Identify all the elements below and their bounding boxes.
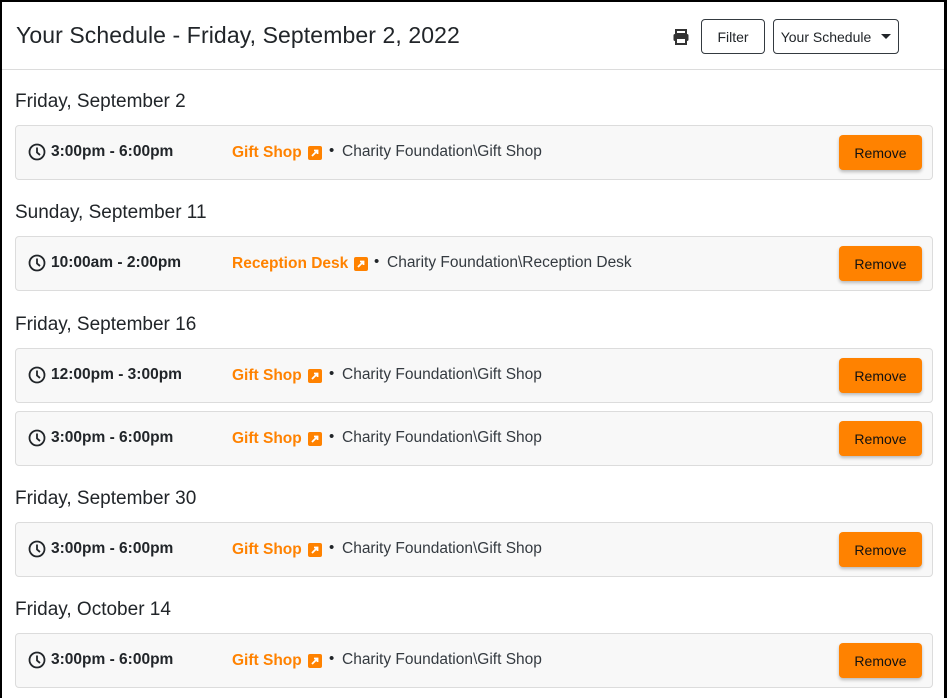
remove-shift-button[interactable]: Remove bbox=[839, 532, 922, 567]
location-name: Gift Shop bbox=[232, 144, 302, 161]
filter-button[interactable]: Filter bbox=[701, 19, 765, 54]
external-link-icon bbox=[307, 654, 322, 668]
clock-icon bbox=[28, 254, 46, 272]
separator: • bbox=[374, 253, 380, 270]
shift-time: 3:00pm - 6:00pm bbox=[51, 143, 174, 160]
location-link[interactable]: Reception Desk bbox=[232, 255, 369, 273]
day-heading: Friday, September 16 bbox=[15, 314, 197, 335]
shift-card: 3:00pm - 6:00pm Gift Shop • Charity Foun… bbox=[15, 522, 933, 577]
location-name: Gift Shop bbox=[232, 430, 302, 447]
clock-icon bbox=[28, 143, 46, 161]
shift-card: 10:00am - 2:00pm Reception Desk • Charit… bbox=[15, 236, 933, 291]
location-name: Gift Shop bbox=[232, 652, 302, 669]
remove-shift-button[interactable]: Remove bbox=[839, 643, 922, 678]
separator: • bbox=[329, 650, 335, 667]
remove-shift-button[interactable]: Remove bbox=[839, 358, 922, 393]
schedule-view-selected: Your Schedule bbox=[780, 28, 872, 45]
shift-card: 3:00pm - 6:00pm Gift Shop • Charity Foun… bbox=[15, 125, 933, 180]
shift-card: 12:00pm - 3:00pm Gift Shop • Charity Fou… bbox=[15, 348, 933, 403]
external-link-icon bbox=[354, 257, 369, 271]
clock-icon bbox=[28, 429, 46, 447]
location-name: Gift Shop bbox=[232, 541, 302, 558]
location-path: Charity Foundation\Gift Shop bbox=[342, 366, 542, 383]
location-path: Charity Foundation\Gift Shop bbox=[342, 540, 542, 557]
remove-shift-button[interactable]: Remove bbox=[839, 135, 922, 170]
shift-time: 12:00pm - 3:00pm bbox=[51, 366, 182, 383]
day-heading: Sunday, September 11 bbox=[15, 202, 207, 223]
page-header: Your Schedule - Friday, September 2, 202… bbox=[2, 2, 944, 70]
shift-time: 3:00pm - 6:00pm bbox=[51, 429, 174, 446]
location-link[interactable]: Gift Shop bbox=[232, 367, 322, 385]
day-heading: Friday, September 30 bbox=[15, 488, 197, 509]
location-link[interactable]: Gift Shop bbox=[232, 430, 322, 448]
shift-time: 10:00am - 2:00pm bbox=[51, 254, 182, 271]
shift-card: 3:00pm - 6:00pm Gift Shop • Charity Foun… bbox=[15, 411, 933, 466]
location-path: Charity Foundation\Reception Desk bbox=[387, 254, 632, 271]
clock-icon bbox=[28, 651, 46, 669]
location-path: Charity Foundation\Gift Shop bbox=[342, 429, 542, 446]
location-name: Reception Desk bbox=[232, 255, 349, 272]
remove-shift-button[interactable]: Remove bbox=[839, 246, 922, 281]
schedule-view-dropdown[interactable]: Your Schedule bbox=[773, 19, 899, 54]
shift-time: 3:00pm - 6:00pm bbox=[51, 540, 174, 557]
clock-icon bbox=[28, 366, 46, 384]
day-heading: Friday, September 2 bbox=[15, 91, 186, 112]
location-link[interactable]: Gift Shop bbox=[232, 144, 322, 162]
day-heading: Friday, October 14 bbox=[15, 599, 171, 620]
shift-time: 3:00pm - 6:00pm bbox=[51, 651, 174, 668]
location-path: Charity Foundation\Gift Shop bbox=[342, 143, 542, 160]
location-path: Charity Foundation\Gift Shop bbox=[342, 651, 542, 668]
separator: • bbox=[329, 365, 335, 382]
location-name: Gift Shop bbox=[232, 367, 302, 384]
location-link[interactable]: Gift Shop bbox=[232, 541, 322, 559]
location-link[interactable]: Gift Shop bbox=[232, 652, 322, 670]
remove-shift-button[interactable]: Remove bbox=[839, 421, 922, 456]
separator: • bbox=[329, 428, 335, 445]
clock-icon bbox=[28, 540, 46, 558]
external-link-icon bbox=[307, 146, 322, 160]
caret-down-icon bbox=[881, 34, 892, 39]
external-link-icon bbox=[307, 543, 322, 557]
separator: • bbox=[329, 539, 335, 556]
shift-card: 3:00pm - 6:00pm Gift Shop • Charity Foun… bbox=[15, 633, 933, 688]
print-button[interactable] bbox=[672, 28, 690, 46]
printer-icon bbox=[673, 29, 689, 45]
external-link-icon bbox=[307, 369, 322, 383]
page-title: Your Schedule - Friday, September 2, 202… bbox=[16, 22, 460, 48]
separator: • bbox=[329, 142, 335, 159]
external-link-icon bbox=[307, 432, 322, 446]
